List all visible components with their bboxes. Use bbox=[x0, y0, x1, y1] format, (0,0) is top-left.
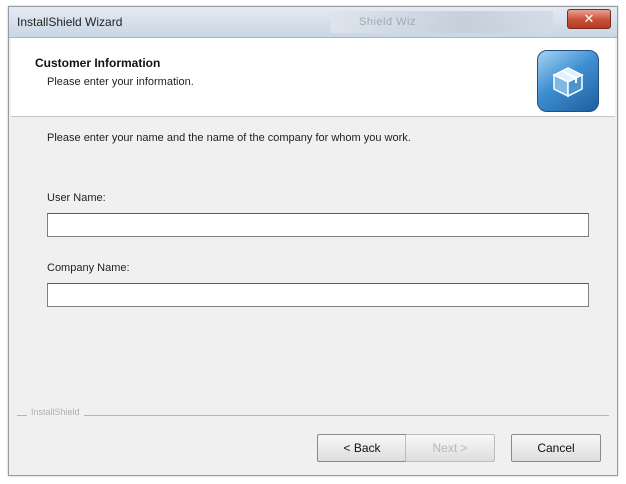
cancel-button[interactable]: Cancel bbox=[511, 434, 601, 462]
installshield-box-icon bbox=[537, 50, 599, 112]
back-button[interactable]: < Back bbox=[317, 434, 407, 462]
next-button[interactable]: Next > bbox=[405, 434, 495, 462]
box-icon-graphic bbox=[552, 67, 584, 98]
instruction-text: Please enter your name and the name of t… bbox=[47, 132, 411, 144]
background-window-title: Shield Wiz bbox=[331, 11, 553, 33]
page-subtitle: Please enter your information. bbox=[47, 76, 194, 88]
footer-divider bbox=[17, 415, 609, 416]
wizard-header: Customer Information Please enter your i… bbox=[11, 38, 615, 117]
close-button[interactable]: ✕ bbox=[567, 9, 611, 29]
title-bar[interactable]: InstallShield Wizard Shield Wiz ✕ bbox=[9, 7, 617, 38]
company-name-input[interactable] bbox=[47, 283, 589, 307]
user-name-input[interactable] bbox=[47, 213, 589, 237]
background-window-title-text: Shield Wiz bbox=[359, 16, 416, 28]
company-name-label: Company Name: bbox=[47, 262, 130, 274]
user-name-label: User Name: bbox=[47, 192, 106, 204]
installshield-brand-label: InstallShield bbox=[27, 407, 84, 417]
window-title: InstallShield Wizard bbox=[17, 15, 123, 29]
page-title: Customer Information bbox=[35, 56, 161, 70]
close-icon: ✕ bbox=[583, 11, 595, 26]
installshield-wizard-window: InstallShield Wizard Shield Wiz ✕ Custom… bbox=[8, 6, 618, 476]
